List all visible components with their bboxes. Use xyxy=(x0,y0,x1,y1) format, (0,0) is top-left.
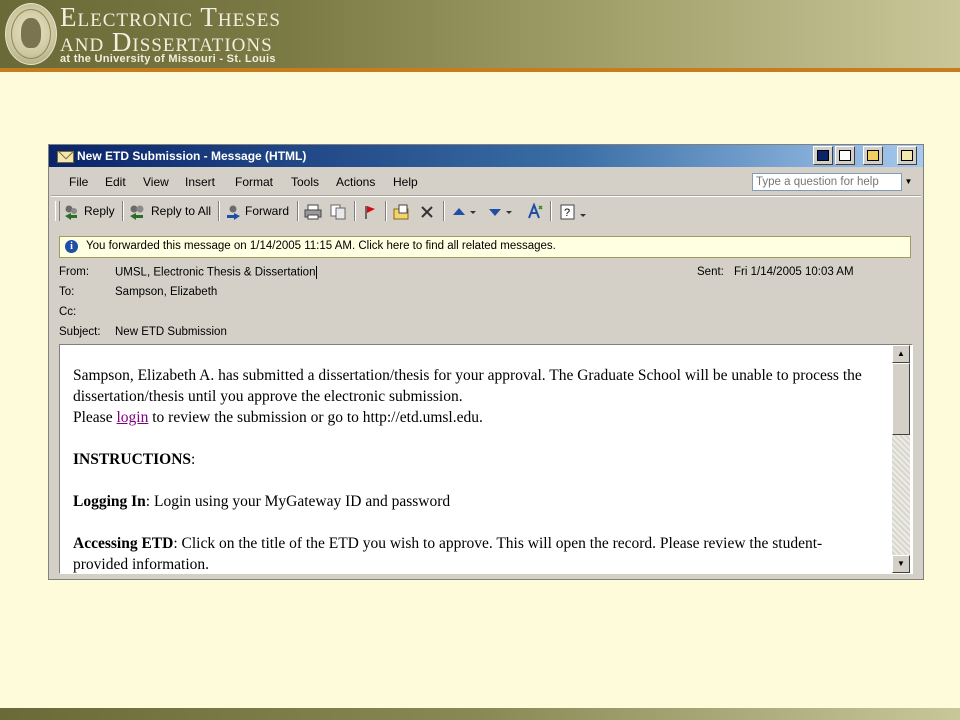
forwarded-infobar[interactable]: i You forwarded this message on 1/14/200… xyxy=(59,236,911,258)
help-button[interactable]: ? xyxy=(559,201,590,221)
menu-help[interactable]: Help xyxy=(393,175,418,189)
instructions-heading-text: INSTRUCTIONS xyxy=(73,451,192,468)
previous-item-button[interactable] xyxy=(451,201,480,221)
cc-label: Cc: xyxy=(59,306,77,318)
forward-label: Forward xyxy=(245,204,290,218)
flag-icon xyxy=(365,205,375,219)
to-value[interactable]: Sampson, Elizabeth xyxy=(115,286,217,298)
menu-tools[interactable]: Tools xyxy=(291,175,319,189)
scroll-down-arrow-icon[interactable]: ▼ xyxy=(892,555,910,573)
para2-prefix: Please xyxy=(73,409,117,426)
message-paragraph-1: Sampson, Elizabeth A. has submitted a di… xyxy=(73,367,862,405)
window-titlebar[interactable]: New ETD Submission - Message (HTML) xyxy=(49,145,923,167)
reply-label: Reply xyxy=(84,204,115,218)
copy-icon xyxy=(330,204,346,220)
move-to-folder-button[interactable] xyxy=(393,201,414,221)
slide-footer-band xyxy=(0,708,960,720)
subject-value: New ETD Submission xyxy=(115,326,227,338)
text-cursor xyxy=(316,266,318,279)
address-book-button[interactable] xyxy=(526,201,547,221)
instructions-colon: : xyxy=(191,451,196,468)
print-button[interactable] xyxy=(304,201,325,221)
delete-button[interactable] xyxy=(419,201,438,221)
scroll-up-arrow-icon[interactable]: ▲ xyxy=(892,345,910,363)
login-link[interactable]: login xyxy=(116,409,148,426)
banner-subtitle: at the University of Missouri - St. Loui… xyxy=(60,53,276,65)
menu-insert[interactable]: Insert xyxy=(185,175,215,189)
forward-button[interactable]: Forward xyxy=(224,201,289,221)
copy-button[interactable] xyxy=(329,201,350,221)
reply-all-icon xyxy=(130,205,144,220)
para2-suffix: to review the submission or go to http:/… xyxy=(148,409,483,426)
reply-button[interactable]: Reply xyxy=(63,201,115,221)
menu-format[interactable]: Format xyxy=(235,175,273,189)
menu-file[interactable]: File xyxy=(69,175,88,189)
logging-in-label: Logging In xyxy=(73,493,146,510)
body-scrollbar[interactable]: ▲ ▼ xyxy=(892,345,910,573)
from-value[interactable]: UMSL, Electronic Thesis & Dissertation xyxy=(115,266,318,279)
help-icon: ? xyxy=(560,204,586,220)
from-value-text: UMSL, Electronic Thesis & Dissertation xyxy=(115,266,316,279)
app-icon-3[interactable] xyxy=(863,146,883,165)
delete-icon xyxy=(421,206,433,218)
previous-item-icon xyxy=(453,207,476,215)
forward-icon xyxy=(227,205,240,220)
info-icon: i xyxy=(65,240,78,253)
menu-view[interactable]: View xyxy=(143,175,169,189)
address-book-icon xyxy=(528,202,543,219)
print-icon xyxy=(304,204,322,220)
help-search-dropdown[interactable]: ▼ xyxy=(902,173,915,191)
app-icon-4[interactable] xyxy=(897,146,917,165)
message-body-text: Sampson, Elizabeth A. has submitted a di… xyxy=(73,365,868,573)
help-search-input[interactable] xyxy=(752,173,902,191)
envelope-icon xyxy=(57,151,74,163)
menu-edit[interactable]: Edit xyxy=(105,175,126,189)
standard-toolbar: Reply Reply to All Forward ? xyxy=(49,197,923,225)
svg-text:?: ? xyxy=(564,207,570,219)
sent-value: Fri 1/14/2005 10:03 AM xyxy=(734,266,854,278)
app-icon-2[interactable] xyxy=(835,146,855,165)
menu-actions[interactable]: Actions xyxy=(336,175,375,189)
next-item-button[interactable] xyxy=(487,201,516,221)
instructions-heading: INSTRUCTIONS: xyxy=(73,449,868,470)
move-to-folder-icon xyxy=(393,204,409,220)
window-title: New ETD Submission - Message (HTML) xyxy=(77,149,307,163)
accessing-etd-instruction: Accessing ETD: Click on the title of the… xyxy=(73,533,868,573)
message-paragraph-2: Please login to review the submission or… xyxy=(73,407,868,428)
sent-label: Sent: xyxy=(697,266,724,278)
reply-all-label: Reply to All xyxy=(151,204,212,218)
from-label: From: xyxy=(59,266,90,278)
slide-banner: Electronic Theses and Dissertations at t… xyxy=(0,0,960,68)
accessing-etd-label: Accessing ETD xyxy=(73,535,174,552)
accessing-etd-text: : Click on the title of the ETD you wish… xyxy=(73,535,823,573)
message-window: New ETD Submission - Message (HTML) File… xyxy=(48,144,924,580)
reply-icon xyxy=(65,205,77,220)
message-body[interactable]: Sampson, Elizabeth A. has submitted a di… xyxy=(59,344,913,574)
logging-in-instruction: Logging In: Login using your MyGateway I… xyxy=(73,491,868,512)
reply-all-button[interactable]: Reply to All xyxy=(128,201,211,221)
logging-in-text: : Login using your MyGateway ID and pass… xyxy=(145,493,451,510)
scroll-thumb[interactable] xyxy=(892,363,910,435)
university-seal-icon xyxy=(5,3,57,65)
infobar-text: You forwarded this message on 1/14/2005 … xyxy=(86,240,556,252)
banner-accent-line xyxy=(0,68,960,72)
subject-label: Subject: xyxy=(59,326,101,338)
app-icon-1[interactable] xyxy=(813,146,833,165)
flag-button[interactable] xyxy=(362,201,381,221)
to-label: To: xyxy=(59,286,75,298)
next-item-icon xyxy=(489,208,512,216)
